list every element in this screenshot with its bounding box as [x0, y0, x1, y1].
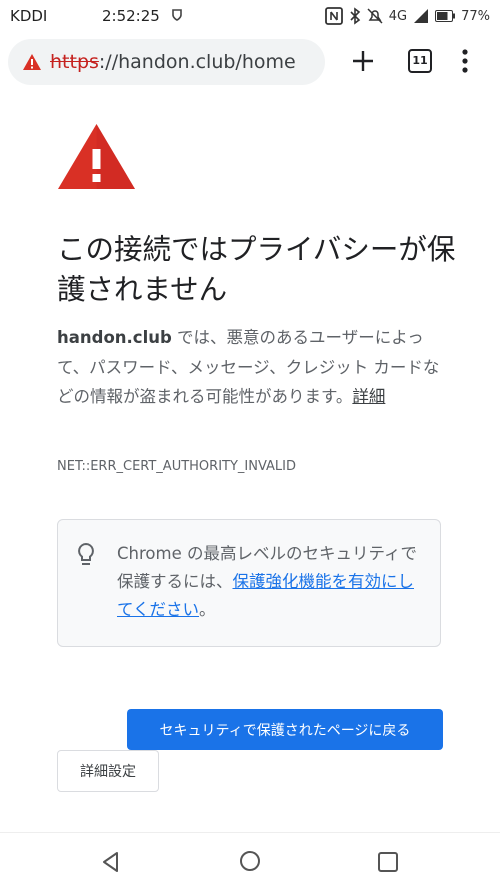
tip-suffix: 。 [199, 600, 216, 619]
error-code: NET::ERR_CERT_AUTHORITY_INVALID [57, 459, 297, 474]
back-icon[interactable] [100, 851, 122, 873]
enhanced-protection-tip: Chrome の最高レベルのセキュリティで保護するには、保護強化機能を有効にして… [57, 519, 441, 647]
tip-text: Chrome の最高レベルのセキュリティで保護するには、保護強化機能を有効にして… [117, 540, 422, 624]
browser-toolbar: https://handon.club/home 11 [0, 32, 500, 92]
url-scheme: https [50, 51, 99, 73]
home-icon[interactable] [239, 850, 261, 872]
more-menu-icon[interactable] [458, 48, 472, 74]
details-link[interactable]: 詳細 [352, 387, 385, 406]
url-text[interactable]: https://handon.club/home [50, 51, 296, 73]
status-icons: 4G 77% [324, 5, 490, 27]
carrier-label: KDDI [10, 7, 48, 25]
back-to-safety-button[interactable]: セキュリティで保護されたページに戻る [127, 709, 443, 750]
page-title: この接続ではプライバシーが保護されません [57, 233, 456, 306]
warning-description: handon.club では、悪意のあるユーザーによって、パスワード、メッセージ… [57, 323, 442, 412]
shield-status-icon [172, 9, 182, 21]
bluetooth-icon [350, 7, 360, 25]
tab-switcher-icon[interactable]: 11 [408, 49, 432, 73]
nfc-icon [324, 7, 343, 25]
clock: 2:52:25 [102, 7, 160, 25]
site-domain: handon.club [57, 328, 172, 347]
advanced-button[interactable]: 詳細設定 [57, 750, 159, 792]
lightbulb-icon [78, 542, 94, 565]
mute-icon [367, 8, 383, 24]
address-bar[interactable]: https://handon.club/home [8, 39, 325, 85]
system-nav-bar [0, 832, 500, 890]
signal-icon [414, 9, 429, 23]
status-bar: KDDI 2:52:25 4G 77% [0, 0, 500, 32]
battery-percent: 77% [461, 8, 490, 24]
warning-icon[interactable] [22, 53, 42, 71]
plus-icon[interactable] [350, 48, 376, 74]
recent-apps-icon[interactable] [377, 851, 399, 873]
network-type: 4G [388, 8, 408, 24]
battery-icon [435, 10, 456, 22]
warning-triangle-icon [58, 124, 135, 189]
url-host-path: ://handon.club/home [98, 51, 296, 73]
